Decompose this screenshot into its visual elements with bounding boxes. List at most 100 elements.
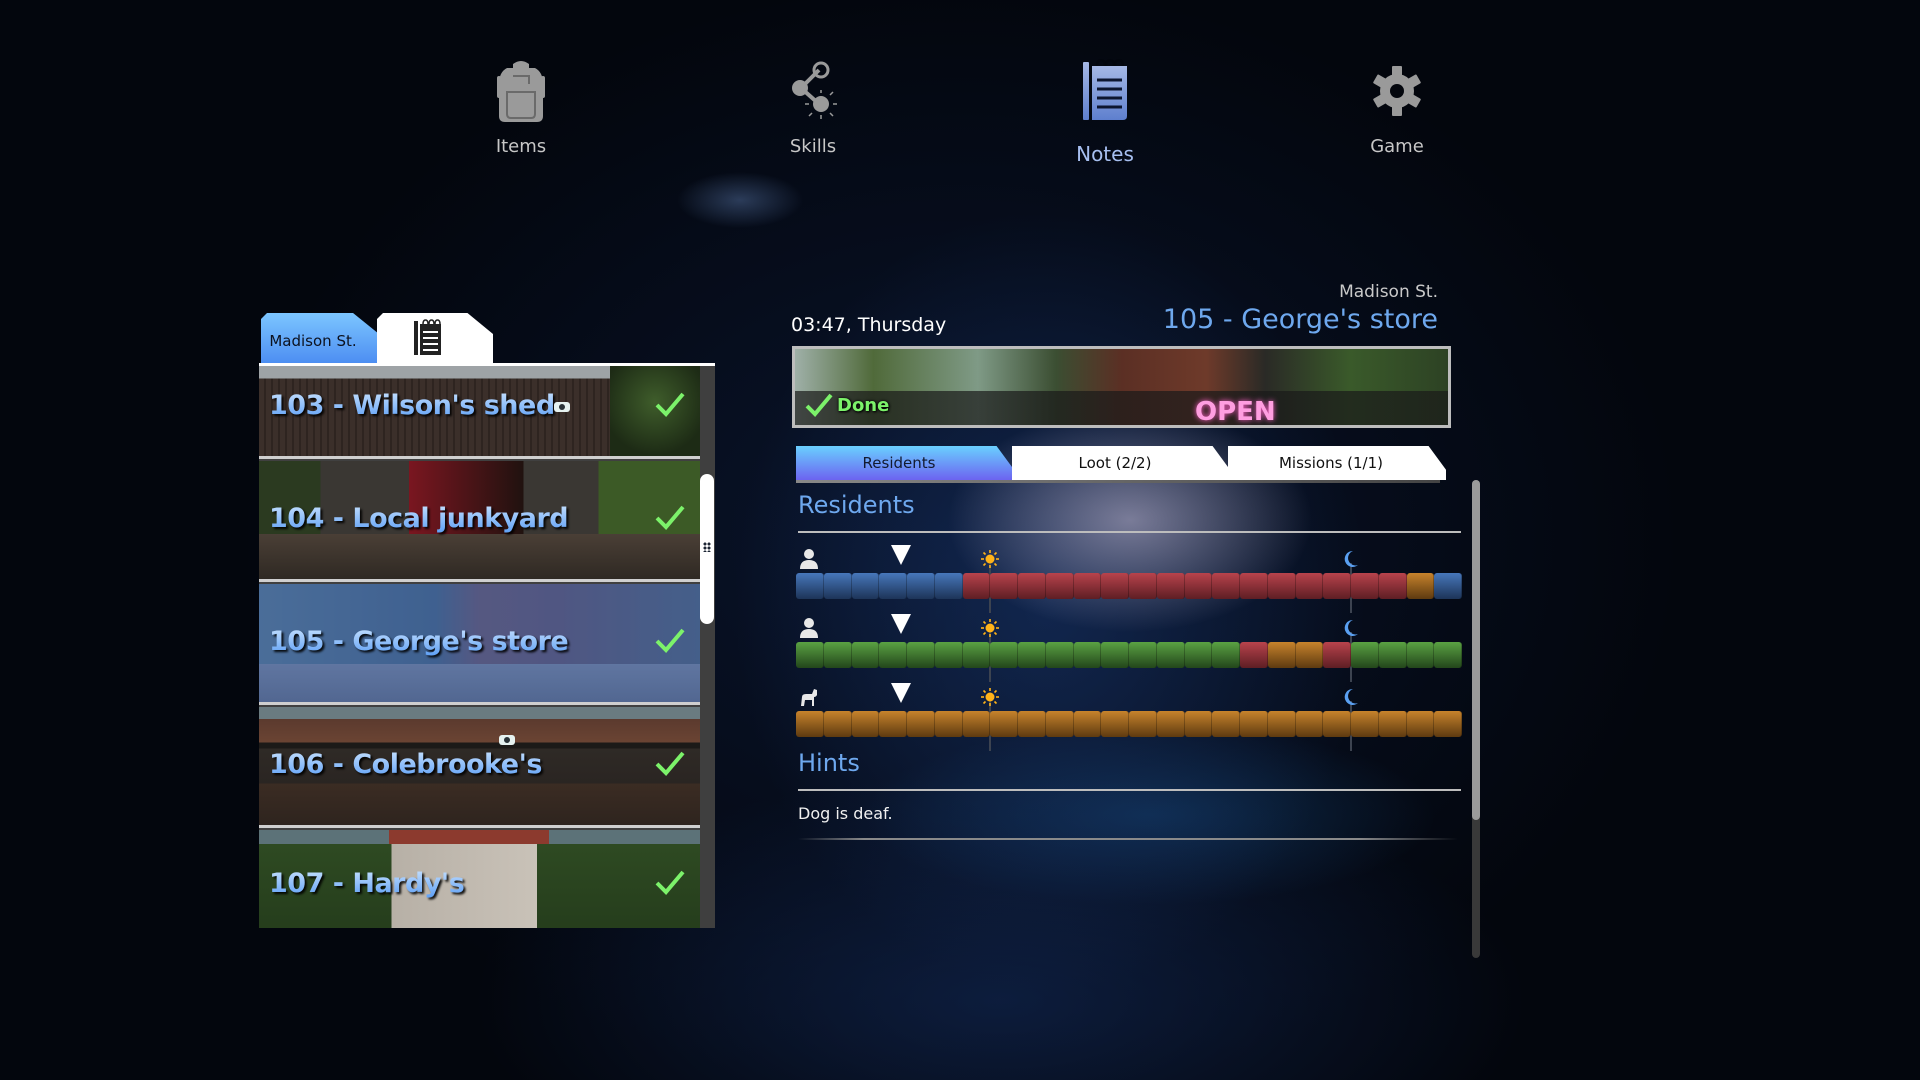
- hour-segment-home[interactable]: [851, 573, 880, 599]
- hour-segment-asleep[interactable]: [823, 642, 852, 668]
- hour-segment-asleep[interactable]: [1212, 642, 1240, 668]
- hour-segment-awake[interactable]: [1323, 642, 1351, 668]
- location-item-107[interactable]: 107 - Hardy's: [259, 830, 700, 928]
- hour-segment-asleep[interactable]: [796, 642, 824, 668]
- hour-segment-home[interactable]: [879, 573, 907, 599]
- tabs-underline: [796, 480, 1440, 483]
- hour-segment-awake[interactable]: [1378, 573, 1407, 599]
- hour-segment-home[interactable]: [1434, 573, 1462, 599]
- hour-segment-awake[interactable]: [1184, 573, 1213, 599]
- hour-segment-alert[interactable]: [990, 711, 1018, 737]
- tab-missions[interactable]: Missions (1/1): [1228, 446, 1446, 480]
- hour-segment-alert[interactable]: [1406, 711, 1435, 737]
- hour-segment-asleep[interactable]: [1156, 642, 1185, 668]
- hour-segment-awake[interactable]: [1129, 573, 1157, 599]
- hour-segment-alert[interactable]: [1212, 711, 1240, 737]
- sun-icon: [981, 550, 1000, 568]
- hour-segment-home[interactable]: [934, 573, 963, 599]
- hour-segment-alert[interactable]: [1240, 711, 1268, 737]
- location-item-104[interactable]: 104 - Local junkyard: [259, 461, 700, 582]
- tab-residents-label: Residents: [862, 454, 936, 472]
- hour-segment-alert[interactable]: [879, 711, 907, 737]
- hour-segment-awake[interactable]: [1212, 573, 1240, 599]
- hour-segment-asleep[interactable]: [962, 642, 991, 668]
- hour-segment-awake[interactable]: [1295, 573, 1324, 599]
- hour-segment-asleep[interactable]: [1378, 642, 1407, 668]
- hour-segment-asleep[interactable]: [1045, 642, 1074, 668]
- hour-segment-alert[interactable]: [1323, 711, 1351, 737]
- nav-items[interactable]: Items: [441, 58, 601, 157]
- hour-segment-asleep[interactable]: [1101, 642, 1129, 668]
- hour-segment-alert[interactable]: [1406, 573, 1435, 599]
- hour-segment-awake[interactable]: [962, 573, 991, 599]
- hour-segment-awake[interactable]: [1351, 573, 1379, 599]
- hour-segment-awake[interactable]: [1101, 573, 1129, 599]
- hour-segment-alert[interactable]: [1378, 711, 1407, 737]
- hour-segment-asleep[interactable]: [1184, 642, 1213, 668]
- checkmark-icon: [805, 393, 833, 417]
- hour-segment-alert[interactable]: [1156, 711, 1185, 737]
- list-scrollbar-thumb[interactable]: [700, 474, 714, 624]
- hour-segment-awake[interactable]: [1156, 573, 1185, 599]
- hour-segment-asleep[interactable]: [879, 642, 907, 668]
- hour-segment-awake[interactable]: [1323, 573, 1351, 599]
- tab-loot[interactable]: Loot (2/2): [1012, 446, 1230, 480]
- street-name: Madison St.: [1339, 282, 1438, 302]
- hour-segment-alert[interactable]: [1129, 711, 1157, 737]
- list-scrollbar-track[interactable]: [700, 366, 715, 928]
- hour-segment-alert[interactable]: [1184, 711, 1213, 737]
- hour-segment-alert[interactable]: [907, 711, 935, 737]
- detail-scrollbar-thumb[interactable]: [1472, 480, 1480, 820]
- hour-segment-alert[interactable]: [934, 711, 963, 737]
- hour-segment-awake[interactable]: [1018, 573, 1046, 599]
- nav-skills-label: Skills: [789, 136, 837, 157]
- hour-segment-alert[interactable]: [1018, 711, 1046, 737]
- hour-segment-alert[interactable]: [1295, 642, 1324, 668]
- hour-segment-alert[interactable]: [962, 711, 991, 737]
- hour-segment-awake[interactable]: [1073, 573, 1102, 599]
- hour-segment-awake[interactable]: [1240, 573, 1268, 599]
- hour-segment-alert[interactable]: [1351, 711, 1379, 737]
- hour-segment-alert[interactable]: [823, 711, 852, 737]
- status-badge: Done: [805, 393, 889, 417]
- hour-segment-alert[interactable]: [851, 711, 880, 737]
- hour-segment-home[interactable]: [796, 573, 824, 599]
- hour-segment-alert[interactable]: [1073, 711, 1102, 737]
- location-list: 103 - Wilson's shed 104 - Local junkyard…: [259, 363, 715, 928]
- hour-segment-alert[interactable]: [1267, 642, 1296, 668]
- hour-segment-awake[interactable]: [1267, 573, 1296, 599]
- hour-segment-asleep[interactable]: [934, 642, 963, 668]
- location-item-103[interactable]: 103 - Wilson's shed: [259, 366, 700, 459]
- hour-segment-asleep[interactable]: [851, 642, 880, 668]
- hour-segment-home[interactable]: [907, 573, 935, 599]
- hour-segment-awake[interactable]: [990, 573, 1018, 599]
- hour-segment-asleep[interactable]: [990, 642, 1018, 668]
- nav-skills[interactable]: Skills: [733, 58, 893, 157]
- hour-segment-alert[interactable]: [796, 711, 824, 737]
- nav-notes-label: Notes: [1076, 142, 1134, 166]
- resident-schedule-row: [796, 614, 1462, 687]
- hour-segment-asleep[interactable]: [1073, 642, 1102, 668]
- hour-segment-alert[interactable]: [1267, 711, 1296, 737]
- hour-segment-alert[interactable]: [1045, 711, 1074, 737]
- hour-segment-asleep[interactable]: [1129, 642, 1157, 668]
- hour-segment-asleep[interactable]: [907, 642, 935, 668]
- location-item-105[interactable]: 105 - George's store: [259, 584, 700, 705]
- nav-notes[interactable]: Notes: [1025, 58, 1185, 166]
- hour-segment-alert[interactable]: [1101, 711, 1129, 737]
- hour-segment-home[interactable]: [823, 573, 852, 599]
- location-item-106[interactable]: 106 - Colebrooke's: [259, 707, 700, 828]
- hour-segment-asleep[interactable]: [1018, 642, 1046, 668]
- tab-street[interactable]: Madison St.: [261, 313, 379, 363]
- nav-game[interactable]: Game: [1317, 58, 1477, 157]
- hour-segment-awake[interactable]: [1240, 642, 1268, 668]
- current-time-marker-icon: [889, 612, 913, 636]
- hour-segment-asleep[interactable]: [1434, 642, 1462, 668]
- hour-segment-alert[interactable]: [1295, 711, 1324, 737]
- hour-segment-asleep[interactable]: [1406, 642, 1435, 668]
- tab-residents[interactable]: Residents: [796, 446, 1014, 480]
- hour-segment-alert[interactable]: [1434, 711, 1462, 737]
- tab-notes[interactable]: [377, 313, 493, 363]
- hour-segment-asleep[interactable]: [1351, 642, 1379, 668]
- hour-segment-awake[interactable]: [1045, 573, 1074, 599]
